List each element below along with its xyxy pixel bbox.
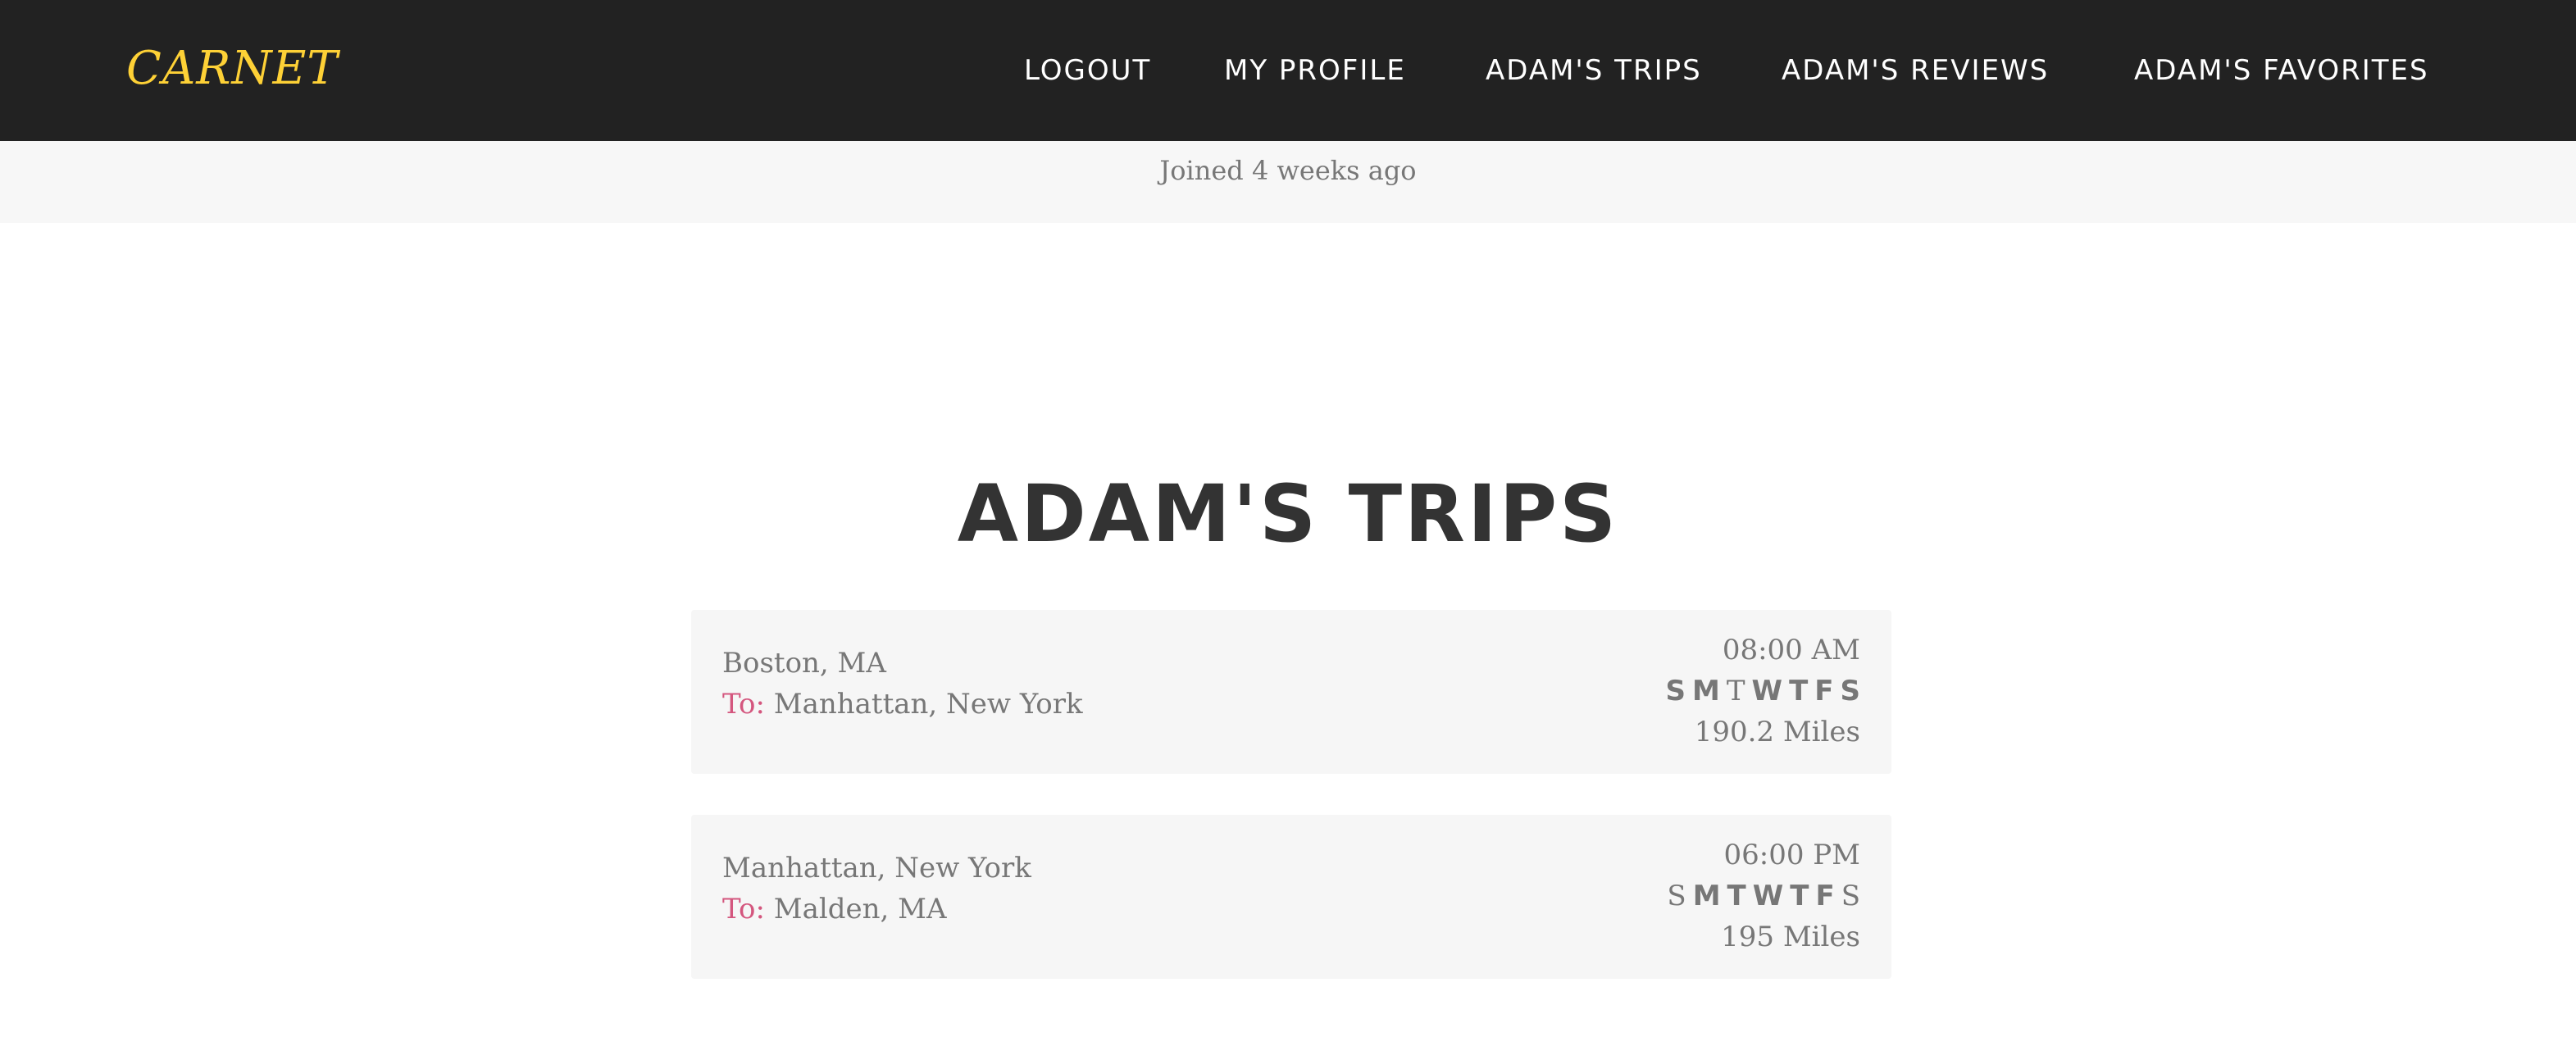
- day-saturday: S: [1840, 675, 1861, 707]
- day-sunday: S: [1667, 880, 1686, 912]
- to-label: To:: [722, 893, 765, 925]
- day-thursday: T: [1789, 675, 1809, 707]
- day-friday: F: [1815, 880, 1835, 912]
- trip-card[interactable]: Boston, MA To: Manhattan, New York 08:00…: [691, 610, 1891, 774]
- nav-favorites[interactable]: ADAM'S FAVORITES: [2134, 46, 2429, 95]
- day-monday: M: [1692, 880, 1721, 912]
- day-tuesday: T: [1726, 675, 1745, 707]
- profile-subheader: Joined 4 weeks ago: [0, 141, 2576, 223]
- trip-days: SMTWTFS: [1659, 671, 1860, 712]
- trip-days: SMTWTFS: [1660, 875, 1860, 916]
- day-wednesday: W: [1752, 880, 1784, 912]
- day-thursday: T: [1790, 880, 1809, 912]
- trip-schedule: 06:00 PM SMTWTFS 195 Miles: [1660, 835, 1860, 957]
- trip-to-line: To: Malden, MA: [722, 889, 1031, 930]
- trip-card[interactable]: Manhattan, New York To: Malden, MA 06:00…: [691, 815, 1891, 979]
- page-title: ADAM'S TRIPS: [957, 468, 1619, 560]
- trip-to: Manhattan, New York: [773, 688, 1083, 721]
- day-wednesday: W: [1751, 675, 1783, 707]
- trip-miles: 195 Miles: [1721, 921, 1860, 953]
- day-sunday: S: [1665, 675, 1686, 707]
- trip-miles: 190.2 Miles: [1694, 716, 1860, 748]
- trip-from: Manhattan, New York: [722, 852, 1031, 885]
- day-friday: F: [1814, 675, 1834, 707]
- navbar: CARNET LOGOUT MY PROFILE ADAM'S TRIPS AD…: [0, 0, 2576, 141]
- joined-text: Joined 4 weeks ago: [1159, 155, 1417, 186]
- day-monday: M: [1692, 675, 1720, 707]
- nav-logout[interactable]: LOGOUT: [1024, 46, 1151, 95]
- trip-to-line: To: Manhattan, New York: [722, 684, 1083, 725]
- nav-trips[interactable]: ADAM'S TRIPS: [1486, 46, 1702, 95]
- brand-logo[interactable]: CARNET: [126, 33, 339, 105]
- day-saturday: S: [1841, 880, 1860, 912]
- trip-route: Manhattan, New York To: Malden, MA: [722, 848, 1031, 930]
- trip-from: Boston, MA: [722, 647, 886, 680]
- trip-route: Boston, MA To: Manhattan, New York: [722, 643, 1083, 725]
- nav-my-profile[interactable]: MY PROFILE: [1224, 46, 1406, 95]
- to-label: To:: [722, 688, 765, 721]
- trip-time: 08:00 AM: [1722, 634, 1860, 666]
- trip-schedule: 08:00 AM SMTWTFS 190.2 Miles: [1659, 630, 1860, 753]
- day-tuesday: T: [1727, 880, 1746, 912]
- trip-to: Malden, MA: [773, 893, 947, 925]
- nav-reviews[interactable]: ADAM'S REVIEWS: [1782, 46, 2049, 95]
- trip-time: 06:00 PM: [1723, 839, 1860, 871]
